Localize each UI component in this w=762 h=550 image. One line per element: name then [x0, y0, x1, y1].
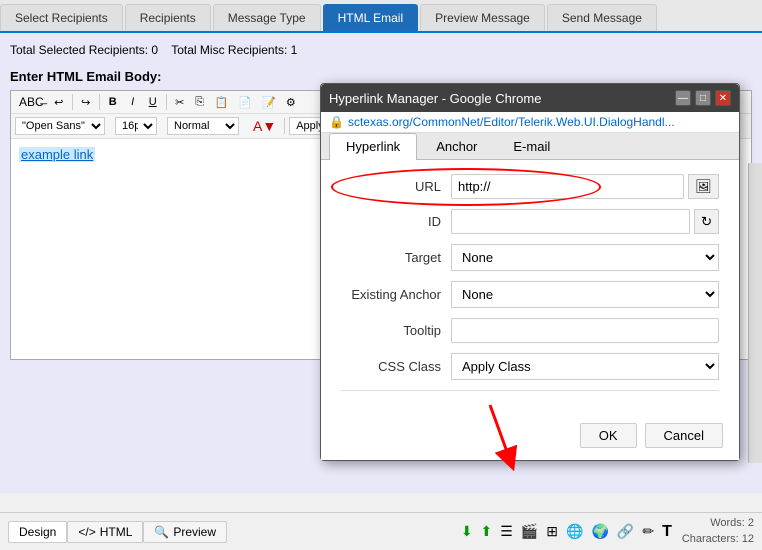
tooltip-label: Tooltip: [341, 323, 451, 338]
tab-html-email[interactable]: HTML Email: [323, 4, 419, 31]
word-count: Words: 2 Characters: 12: [682, 516, 754, 547]
example-link-text: example link: [19, 147, 95, 162]
ok-button[interactable]: OK: [580, 423, 637, 448]
dialog-form: URL 🖼 ID ↻ Target: [321, 160, 739, 417]
lock-icon: 🔒: [329, 115, 344, 129]
underline-icon[interactable]: U: [144, 94, 162, 110]
separator-3: [166, 94, 167, 110]
id-refresh-button[interactable]: ↻: [694, 209, 719, 234]
dialog-titlebar: Hyperlink Manager - Google Chrome — □ ✕: [321, 84, 739, 112]
font-size-select[interactable]: 16px: [115, 117, 157, 135]
url-form-row: URL 🖼: [341, 174, 719, 199]
paste-icon[interactable]: 📋: [211, 94, 233, 111]
css-class-select[interactable]: Apply Class: [451, 353, 719, 380]
anchor-label: Existing Anchor: [341, 287, 451, 302]
url-input[interactable]: [451, 174, 684, 199]
format-icon[interactable]: ⚙: [282, 94, 300, 111]
copy-icon[interactable]: ⎘: [191, 94, 209, 111]
status-bar: Design </> HTML 🔍 Preview ⬇ ⬆ ☰ 🎬 ⊞ 🌐 🌍 …: [0, 512, 762, 550]
strikethrough-icon[interactable]: ABC̶: [15, 93, 48, 111]
redo-icon[interactable]: ↪: [77, 94, 95, 111]
dialog-footer: OK Cancel: [321, 417, 739, 460]
tab-send-message[interactable]: Send Message: [547, 4, 657, 31]
css-class-label: CSS Class: [341, 359, 451, 374]
video-icon[interactable]: 🎬: [519, 521, 540, 542]
misc-recipients-label: Total Misc Recipients:: [171, 43, 287, 57]
dialog-title: Hyperlink Manager - Google Chrome: [329, 91, 541, 106]
target-form-row: Target None: [341, 244, 719, 271]
anchor-select[interactable]: None: [451, 281, 719, 308]
id-label: ID: [341, 214, 451, 229]
italic-icon[interactable]: I: [124, 94, 142, 110]
total-recipients-label: Total Selected Recipients:: [10, 43, 148, 57]
dialog-controls: — □ ✕: [675, 90, 731, 106]
minimize-button[interactable]: —: [675, 90, 691, 106]
magnifier-icon: 🔍: [154, 525, 169, 539]
paste-word-icon[interactable]: 📝: [258, 94, 280, 111]
dialog-tabs: Hyperlink Anchor E-mail: [321, 133, 739, 160]
target-select[interactable]: None: [451, 244, 719, 271]
id-form-row: ID ↻: [341, 209, 719, 234]
arrow-up-icon[interactable]: ⬆: [479, 521, 495, 542]
network-icon[interactable]: 🌍: [589, 521, 610, 542]
tooltip-input[interactable]: [451, 318, 719, 343]
main-content: Total Selected Recipients: 0 Total Misc …: [0, 33, 762, 493]
separator-2: [99, 94, 100, 110]
form-divider: [341, 390, 719, 391]
maximize-button[interactable]: □: [695, 90, 711, 106]
cancel-button[interactable]: Cancel: [645, 423, 723, 448]
table-icon-bottom[interactable]: ⊞: [544, 521, 560, 542]
separator-4: [284, 118, 285, 134]
tab-preview-message[interactable]: Preview Message: [420, 4, 545, 31]
misc-recipients-value: 1: [291, 43, 298, 57]
scrollbar[interactable]: [748, 163, 762, 463]
target-label: Target: [341, 250, 451, 265]
align-icon[interactable]: ☰: [498, 521, 515, 542]
link-icon[interactable]: 🔗: [615, 521, 636, 542]
close-button[interactable]: ✕: [715, 90, 731, 106]
icon-bar: ⬇ ⬆ ☰ 🎬 ⊞ 🌐 🌍 🔗 ✏ T: [459, 521, 674, 543]
tab-message-type[interactable]: Message Type: [213, 4, 321, 31]
url-label: URL: [341, 179, 451, 194]
font-color-icon[interactable]: A▼: [249, 116, 280, 136]
id-input-group: ↻: [451, 209, 719, 234]
dialog-url-bar: 🔒 sctexas.org/CommonNet/Editor/Telerik.W…: [321, 112, 739, 133]
text-icon[interactable]: T: [660, 521, 674, 543]
html-button[interactable]: </> HTML: [67, 521, 143, 543]
globe-icon[interactable]: 🌐: [564, 521, 585, 542]
html-icon: </>: [78, 525, 95, 539]
id-input[interactable]: [451, 209, 690, 234]
cut-icon[interactable]: ✂: [171, 94, 189, 111]
edit2-icon[interactable]: ✏: [640, 521, 656, 542]
font-family-select[interactable]: "Open Sans",...: [15, 117, 105, 135]
email-body-label: Enter HTML Email Body:: [10, 69, 752, 84]
recipients-bar: Total Selected Recipients: 0 Total Misc …: [10, 39, 752, 61]
preview-button[interactable]: 🔍 Preview: [143, 521, 227, 543]
url-picker-button[interactable]: 🖼: [688, 174, 719, 199]
style-select[interactable]: Normal: [167, 117, 239, 135]
tab-select-recipients[interactable]: Select Recipients: [0, 4, 123, 31]
anchor-form-row: Existing Anchor None: [341, 281, 719, 308]
design-button[interactable]: Design: [8, 521, 67, 543]
undo-icon[interactable]: ↩: [50, 94, 68, 111]
url-input-group: 🖼: [451, 174, 719, 199]
dialog-window: Hyperlink Manager - Google Chrome — □ ✕ …: [320, 83, 740, 461]
tab-recipients[interactable]: Recipients: [125, 4, 211, 31]
total-recipients-value: 0: [151, 43, 158, 57]
tooltip-form-row: Tooltip: [341, 318, 719, 343]
arrow-down-icon[interactable]: ⬇: [459, 521, 475, 542]
separator-1: [72, 94, 73, 110]
paste-text-icon[interactable]: 📄: [234, 94, 256, 111]
nav-tabs: Select Recipients Recipients Message Typ…: [0, 0, 762, 33]
dialog-tab-email[interactable]: E-mail: [496, 133, 567, 159]
dialog-tab-anchor[interactable]: Anchor: [419, 133, 494, 159]
dialog-tab-hyperlink[interactable]: Hyperlink: [329, 133, 417, 160]
css-class-form-row: CSS Class Apply Class: [341, 353, 719, 380]
dialog-url-text: sctexas.org/CommonNet/Editor/Telerik.Web…: [348, 115, 675, 129]
bold-icon[interactable]: B: [104, 94, 122, 110]
